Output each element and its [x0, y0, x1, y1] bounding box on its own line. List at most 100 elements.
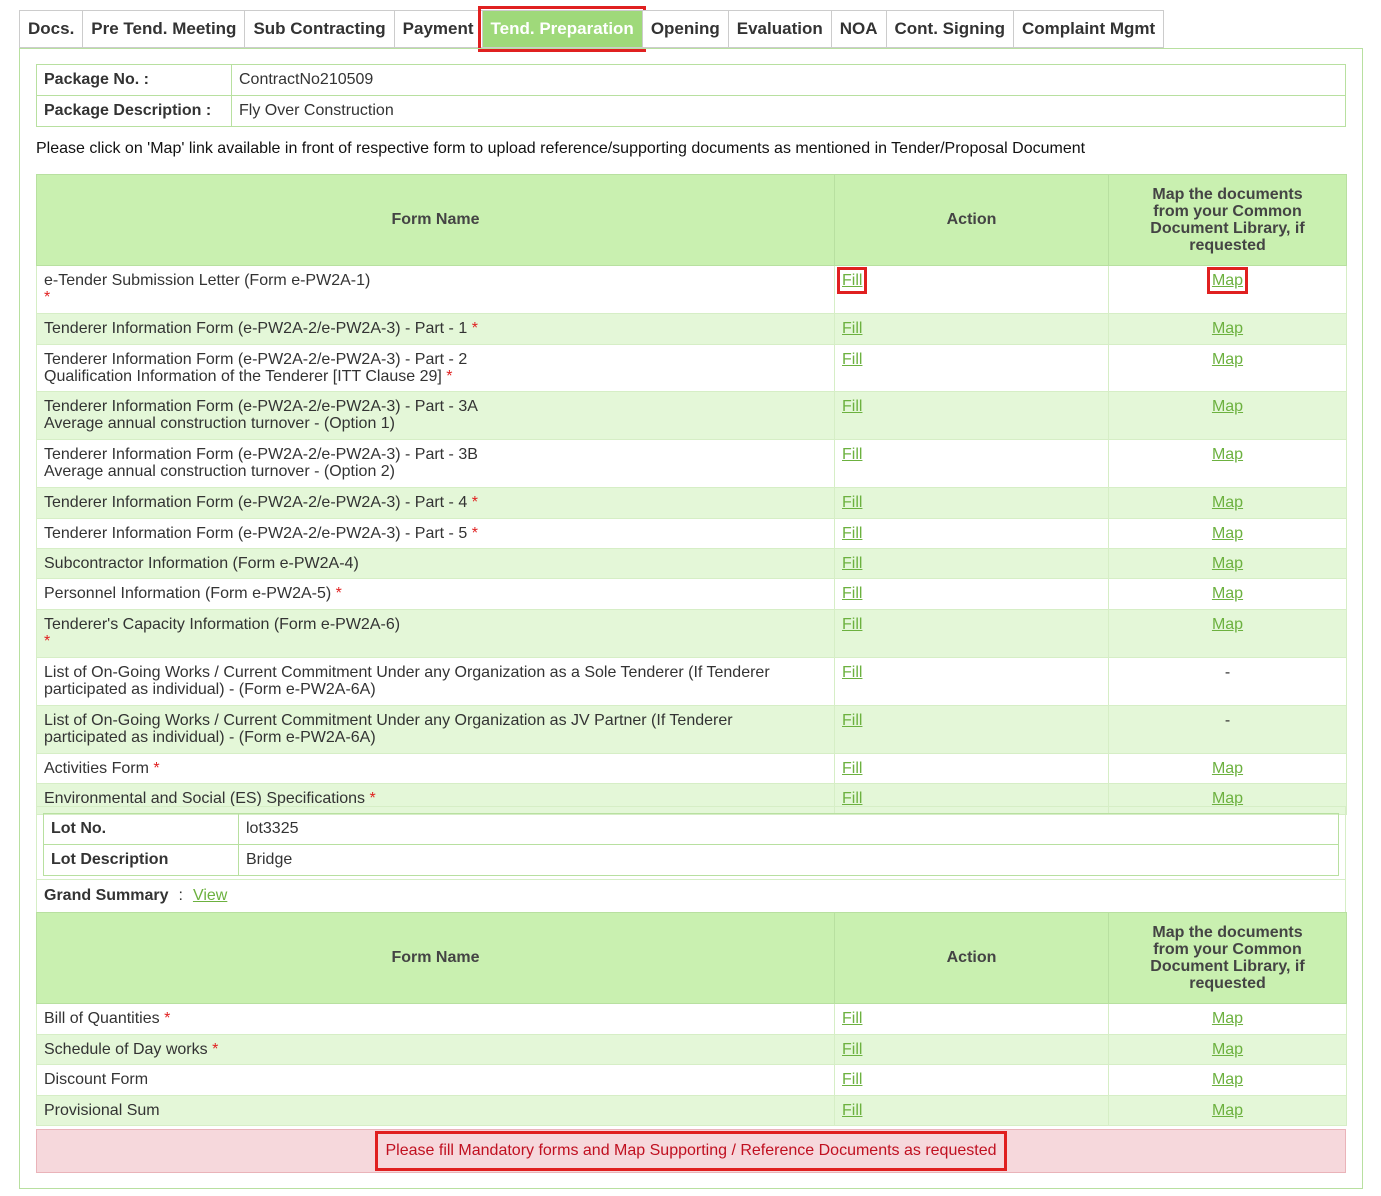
form-row: Tenderer Information Form (e-PW2A-2/e-PW… — [36, 439, 1347, 488]
map-cell: Map — [1108, 313, 1347, 345]
fill-link[interactable]: Fill — [842, 790, 862, 807]
fill-link[interactable]: Fill — [842, 320, 862, 337]
form-name-cell: List of On-Going Works / Current Commitm… — [36, 705, 835, 754]
fill-link[interactable]: Fill — [836, 267, 868, 294]
form-name: Tenderer Information Form (e-PW2A-2/e-PW… — [44, 494, 468, 511]
fill-link[interactable]: Fill — [842, 555, 862, 572]
form-name: Tenderer Information Form (e-PW2A-2/e-PW… — [44, 525, 468, 542]
map-link[interactable]: Map — [1212, 760, 1243, 777]
map-link[interactable]: Map — [1212, 351, 1243, 368]
map-link[interactable]: Map — [1212, 790, 1243, 807]
fill-link[interactable]: Fill — [842, 712, 862, 729]
lot-info-box: Lot No. lot3325 Lot Description Bridge — [36, 806, 1346, 880]
fill-link[interactable]: Fill — [842, 494, 862, 511]
map-cell: Map — [1108, 487, 1347, 519]
form-name-subtitle: Qualification Information of the Tendere… — [44, 368, 442, 385]
map-cell: Map — [1108, 1064, 1347, 1096]
instruction-note: Please click on 'Map' link available in … — [36, 140, 1086, 157]
fill-link[interactable]: Fill — [842, 525, 862, 542]
map-link[interactable]: Map — [1212, 585, 1243, 602]
form-row: Personnel Information (Form e-PW2A-5) * F… — [36, 578, 1347, 610]
tab-sub-contracting[interactable]: Sub Contracting — [244, 10, 394, 48]
form-row: Schedule of Day works * Fill Map — [36, 1034, 1347, 1065]
tab-cont-signing[interactable]: Cont. Signing — [885, 10, 1013, 48]
form-name: Activities Form — [44, 760, 149, 777]
mandatory-asterisk: * — [335, 585, 342, 602]
fill-link[interactable]: Fill — [842, 1041, 862, 1058]
map-link[interactable]: Map — [1212, 555, 1243, 572]
map-link[interactable]: Map — [1212, 320, 1243, 337]
map-cell: Map — [1108, 265, 1347, 314]
tab-payment[interactable]: Payment — [393, 10, 482, 48]
form-row: Tenderer Information Form (e-PW2A-2/e-PW… — [36, 344, 1347, 392]
fill-link[interactable]: Fill — [842, 446, 862, 463]
mandatory-alert-text: Please fill Mandatory forms and Map Supp… — [374, 1131, 1008, 1171]
map-link[interactable]: Map — [1212, 1071, 1243, 1088]
map-link[interactable]: Map — [1212, 1041, 1243, 1058]
action-cell: Fill — [834, 753, 1109, 784]
fill-link[interactable]: Fill — [842, 1071, 862, 1088]
tab-tend-preparation[interactable]: Tend. Preparation — [477, 6, 646, 52]
fill-link[interactable]: Fill — [842, 760, 862, 777]
fill-link[interactable]: Fill — [842, 351, 862, 368]
map-cell: Map — [1108, 439, 1347, 488]
action-cell: Fill — [834, 265, 1109, 314]
grand-summary-view-link[interactable]: View — [193, 887, 227, 905]
lot-description-value: Bridge — [238, 844, 1339, 876]
map-cell: Map — [1108, 1003, 1347, 1035]
map-link[interactable]: Map — [1212, 446, 1243, 463]
map-link[interactable]: Map — [1212, 616, 1243, 633]
grand-summary-row: Grand Summary : View — [36, 880, 1346, 912]
map-link[interactable]: Map — [1212, 1010, 1243, 1027]
tab-evaluation[interactable]: Evaluation — [727, 10, 831, 48]
mandatory-asterisk: * — [44, 289, 51, 306]
map-link[interactable]: Map — [1212, 1102, 1243, 1119]
action-header: Action — [834, 174, 1109, 266]
form-name-cell: Tenderer's Capacity Information (Form e-… — [36, 609, 835, 658]
fill-link[interactable]: Fill — [842, 616, 862, 633]
form-row: e-Tender Submission Letter (Form e-PW2A-… — [36, 265, 1347, 314]
mandatory-asterisk: * — [446, 368, 453, 385]
action-cell: Fill — [834, 1095, 1109, 1126]
form-row: Tenderer's Capacity Information (Form e-… — [36, 609, 1347, 658]
form-name-subtitle: participated as individual) - (Form e-PW… — [44, 729, 376, 746]
form-row: Provisional Sum Fill Map — [36, 1095, 1347, 1126]
form-name: Tenderer Information Form (e-PW2A-2/e-PW… — [44, 320, 468, 337]
action-cell: Fill — [834, 609, 1109, 658]
fill-link[interactable]: Fill — [842, 664, 862, 681]
fill-link[interactable]: Fill — [842, 1102, 862, 1119]
form-name: Provisional Sum — [44, 1102, 160, 1119]
tab-pre-tend-meeting[interactable]: Pre Tend. Meeting — [82, 10, 245, 48]
tab-complaint-mgmt[interactable]: Complaint Mgmt — [1013, 10, 1165, 48]
form-row: Bill of Quantities * Fill Map — [36, 1003, 1347, 1035]
action-cell: Fill — [834, 391, 1109, 440]
tab-noa[interactable]: NOA — [830, 10, 886, 48]
form-row: List of On-Going Works / Current Commitm… — [36, 657, 1347, 706]
action-cell: Fill — [834, 578, 1109, 610]
map-cell: Map — [1108, 518, 1347, 549]
form-name-cell: Tenderer Information Form (e-PW2A-2/e-PW… — [36, 391, 835, 440]
map-link[interactable]: Map — [1212, 494, 1243, 511]
mandatory-asterisk: * — [471, 525, 478, 542]
form-name-cell: Subcontractor Information (Form e-PW2A-4… — [36, 548, 835, 579]
fill-link[interactable]: Fill — [842, 398, 862, 415]
fill-link[interactable]: Fill — [842, 1010, 862, 1027]
lot-description-label: Lot Description — [43, 844, 239, 876]
form-name: List of On-Going Works / Current Commitm… — [44, 664, 770, 681]
form-row: Tenderer Information Form (e-PW2A-2/e-PW… — [36, 391, 1347, 440]
action-cell: Fill — [834, 705, 1109, 754]
lot-forms-table: Form Name Action Map the documents from … — [36, 912, 1347, 1126]
fill-link[interactable]: Fill — [842, 585, 862, 602]
form-name-cell: Provisional Sum — [36, 1095, 835, 1126]
mandatory-asterisk: * — [471, 494, 478, 511]
tab-opening[interactable]: Opening — [641, 10, 728, 48]
package-no-value: ContractNo210509 — [231, 64, 1346, 96]
action-cell: Fill — [834, 344, 1109, 392]
map-link[interactable]: Map — [1212, 398, 1243, 415]
form-name-cell: Tenderer Information Form (e-PW2A-2/e-PW… — [36, 518, 835, 549]
tab-docs[interactable]: Docs. — [19, 10, 83, 48]
form-name-cell: Personnel Information (Form e-PW2A-5) * — [36, 578, 835, 610]
map-unavailable-dash: - — [1224, 712, 1231, 729]
map-link[interactable]: Map — [1206, 267, 1249, 294]
map-link[interactable]: Map — [1212, 525, 1243, 542]
